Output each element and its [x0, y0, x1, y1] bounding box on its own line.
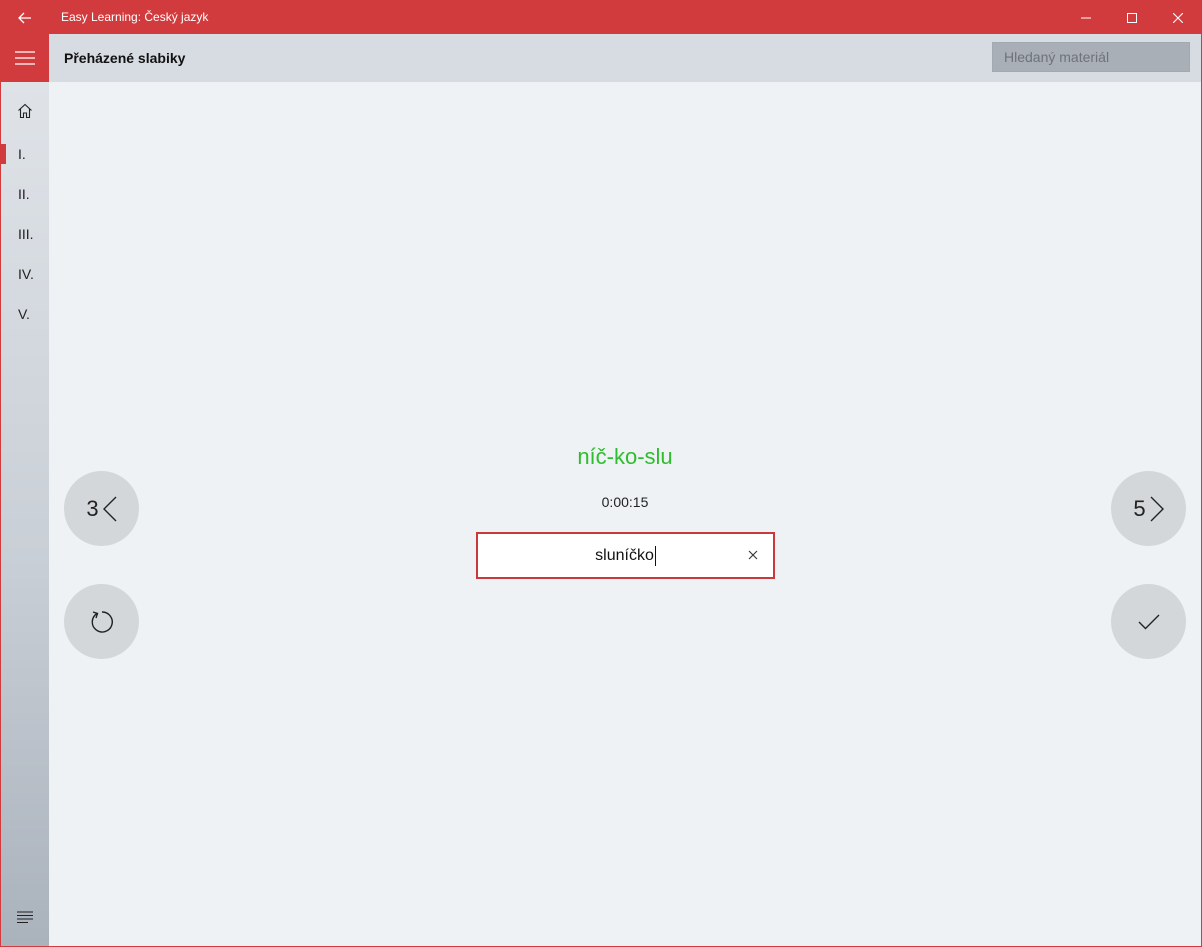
- minimize-icon: [1081, 17, 1091, 18]
- next-number: 5: [1133, 495, 1146, 521]
- answer-input[interactable]: sluníčko: [476, 532, 775, 579]
- exercise-area: níč-ko-slu 0:00:15 sluníčko 3 5: [49, 82, 1201, 946]
- refresh-icon: [91, 610, 113, 633]
- home-icon: [18, 103, 32, 119]
- previous-number: 3: [86, 495, 99, 521]
- maximize-icon: [1127, 12, 1137, 23]
- search-input[interactable]: Hledaný materiál: [992, 42, 1190, 72]
- sidebar-item-home[interactable]: [1, 92, 49, 132]
- back-button[interactable]: [1, 1, 49, 34]
- page-header: Přeházené slabiky Hledaný materiál: [49, 34, 1201, 82]
- scrambled-word: níč-ko-slu: [577, 444, 673, 469]
- list-icon: [17, 911, 33, 924]
- answer-text: sluníčko: [595, 547, 654, 564]
- chevron-right-icon: [1150, 496, 1164, 521]
- sidebar-item-list[interactable]: [1, 898, 49, 938]
- hamburger-icon: [15, 51, 35, 65]
- sidebar-item-label: II.: [18, 186, 30, 202]
- sidebar: I. II. III. IV. V.: [1, 82, 49, 946]
- sidebar-item-label: IV.: [18, 266, 34, 282]
- clear-icon[interactable]: [746, 548, 760, 562]
- sidebar-item-label: III.: [18, 226, 34, 242]
- text-caret: [654, 545, 656, 566]
- checkmark-icon: [1138, 614, 1159, 629]
- sidebar-item-label: I.: [18, 146, 26, 162]
- app-window: Easy Learning: Český jazyk Přeházené sla…: [0, 0, 1202, 947]
- answer-value: sluníčko: [478, 534, 773, 577]
- chevron-left-icon: [102, 496, 117, 521]
- sidebar-item-2[interactable]: II.: [1, 174, 49, 214]
- page-title: Přeházené slabiky: [64, 50, 186, 66]
- selection-indicator: [1, 144, 6, 164]
- next-button[interactable]: 5: [1111, 471, 1186, 546]
- sidebar-item-label: V.: [18, 306, 30, 322]
- timer: 0:00:15: [601, 494, 649, 510]
- back-arrow-icon: [18, 12, 31, 23]
- close-button[interactable]: [1155, 1, 1201, 34]
- previous-button[interactable]: 3: [64, 471, 139, 546]
- minimize-button[interactable]: [1063, 1, 1109, 34]
- refresh-button[interactable]: [64, 584, 139, 659]
- close-icon: [1173, 12, 1183, 23]
- sidebar-item-4[interactable]: IV.: [1, 254, 49, 294]
- check-button[interactable]: [1111, 584, 1186, 659]
- sidebar-item-3[interactable]: III.: [1, 214, 49, 254]
- menu-button[interactable]: [1, 34, 49, 82]
- window-title: Easy Learning: Český jazyk: [61, 10, 209, 24]
- sidebar-item-5[interactable]: V.: [1, 294, 49, 334]
- maximize-button[interactable]: [1109, 1, 1155, 34]
- title-bar: Easy Learning: Český jazyk: [1, 1, 1201, 34]
- sidebar-item-1[interactable]: I.: [1, 134, 49, 174]
